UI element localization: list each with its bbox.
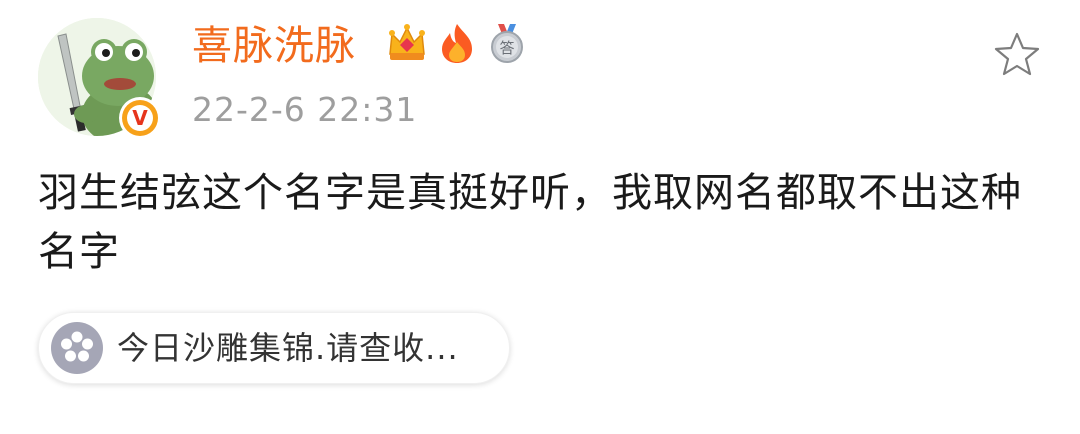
- post-content: 羽生结弦这个名字是真挺好听，我取网名都取不出这种名字: [38, 170, 1022, 275]
- topic-label: 今日沙雕集锦.请查收...: [117, 329, 459, 367]
- post-timestamp: 22-2-6 22:31: [192, 90, 418, 129]
- author-name[interactable]: 喜脉洗脉: [192, 22, 356, 70]
- fire-badge-icon[interactable]: [434, 20, 480, 66]
- star-outline-icon[interactable]: [992, 30, 1042, 80]
- verified-v-icon: V: [118, 96, 162, 140]
- author-avatar[interactable]: V: [38, 18, 161, 139]
- weibo-post-card: V 喜脉洗脉 答 22-2-6 22:31 羽生结弦这个名字是真挺好听，我取网名…: [0, 0, 1080, 434]
- medal-label: 答: [499, 39, 514, 57]
- flower-topic-icon: [51, 322, 103, 374]
- verified-letter: V: [132, 106, 148, 130]
- crown-vip-badge-icon[interactable]: [384, 20, 430, 66]
- silver-medal-badge-icon[interactable]: 答: [484, 20, 530, 66]
- topic-chip[interactable]: 今日沙雕集锦.请查收...: [38, 312, 510, 384]
- author-badges: 答: [384, 20, 530, 66]
